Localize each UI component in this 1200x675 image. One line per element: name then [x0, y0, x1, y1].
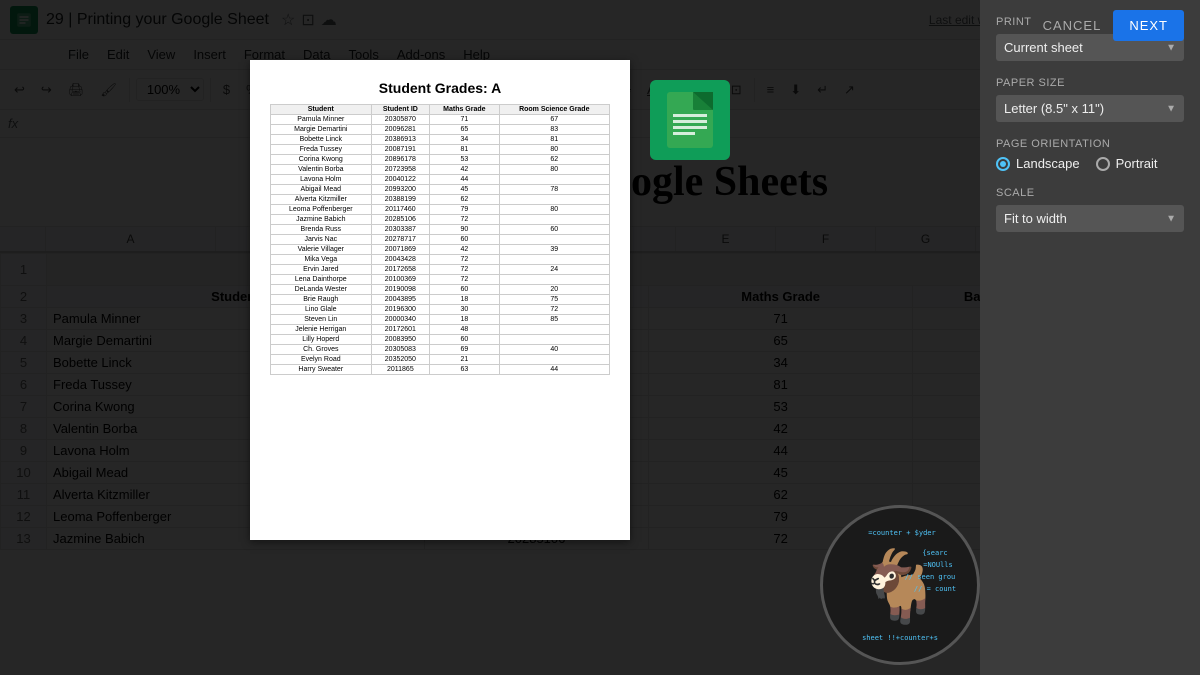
- print-settings-panel: Print Current sheet Workbook Selection P…: [980, 0, 1200, 675]
- paper-table: Student Student ID Maths Grade Room Scie…: [270, 104, 610, 375]
- print-next-button[interactable]: NEXT: [1113, 10, 1184, 41]
- portrait-option[interactable]: Portrait: [1096, 156, 1158, 171]
- print-cancel-button[interactable]: CANCEL: [1031, 10, 1114, 41]
- goat-watermark: 🐐 =counter + $yder {searc =NOUlls // see…: [820, 505, 980, 665]
- paper-table-row: Bobette Linck203869133481: [271, 135, 610, 145]
- paper-table-row: Harry Sweater20118656344: [271, 365, 610, 375]
- orientation-row: Landscape Portrait: [996, 156, 1184, 171]
- paper-table-row: Pamula Minner203058707167: [271, 115, 610, 125]
- paper-tbody: Pamula Minner203058707167Margie Demartin…: [271, 115, 610, 375]
- orientation-section: Page orientation Landscape Portrait: [996, 138, 1184, 171]
- paper-table-row: Lilly Hoperd2008395060: [271, 335, 610, 345]
- landscape-option[interactable]: Landscape: [996, 156, 1080, 171]
- paper-table-row: Ervin Jared201726587224: [271, 265, 610, 275]
- paper-table-row: Brie Raugh200438951875: [271, 295, 610, 305]
- paper-table-row: Valerie Villager200718694239: [271, 245, 610, 255]
- scale-section: Scale Fit to width Fit to page 100%: [996, 187, 1184, 232]
- paper-table-row: Corina Kwong208961785362: [271, 155, 610, 165]
- landscape-radio[interactable]: [996, 157, 1010, 171]
- paper-table-row: Abigail Mead209932004578: [271, 185, 610, 195]
- landscape-label: Landscape: [1016, 156, 1080, 171]
- paper-table-row: Margie Demartini200962816583: [271, 125, 610, 135]
- paper-table-row: Lino Glale201963003072: [271, 305, 610, 315]
- paper-size-select[interactable]: Letter (8.5" x 11") A4 Legal: [996, 95, 1184, 122]
- paper-table-row: Ch. Groves203050836940: [271, 345, 610, 355]
- print-top-bar: CANCEL NEXT: [0, 0, 1200, 50]
- sheets-logo-bg: [650, 80, 730, 160]
- scale-select-wrapper: Fit to width Fit to page 100%: [996, 205, 1184, 232]
- paper-table-row: Jarvis Nac2027871760: [271, 235, 610, 245]
- paper-size-label: Paper size: [996, 77, 1184, 89]
- paper-table-row: Brenda Russ203033879060: [271, 225, 610, 235]
- paper-table-row: DeLanda Wester201900986020: [271, 285, 610, 295]
- print-overlay: CANCEL NEXT Student Grades: A Student St…: [0, 0, 1200, 675]
- paper-table-row: Leoma Poffenberger201174607980: [271, 205, 610, 215]
- orientation-label: Page orientation: [996, 138, 1184, 150]
- paper-table-row: Valentin Borba207239584280: [271, 165, 610, 175]
- print-paper: Student Grades: A Student Student ID Mat…: [250, 60, 630, 540]
- scale-label: Scale: [996, 187, 1184, 199]
- paper-table-row: Lena Dainthorpe2010036972: [271, 275, 610, 285]
- paper-title: Student Grades: A: [270, 80, 610, 96]
- portrait-radio[interactable]: [1096, 157, 1110, 171]
- paper-header-row: Student Student ID Maths Grade Room Scie…: [271, 105, 610, 115]
- svg-text:=counter + $yder: =counter + $yder: [868, 529, 935, 537]
- paper-table-row: Alverta Kitzmiller2038819962: [271, 195, 610, 205]
- paper-table-row: Evelyn Road2035205021: [271, 355, 610, 365]
- svg-text:// = count: // = count: [914, 585, 956, 593]
- svg-text:{searc: {searc: [922, 549, 947, 557]
- paper-table-row: Steven Lin200003401885: [271, 315, 610, 325]
- paper-table-row: Lavona Holm2004012244: [271, 175, 610, 185]
- paper-size-section: Paper size Letter (8.5" x 11") A4 Legal: [996, 77, 1184, 122]
- paper-table-row: Jelenie Herrigan2017260148: [271, 325, 610, 335]
- svg-text:sheet !!+counter+s: sheet !!+counter+s: [862, 634, 938, 642]
- paper-table-row: Jazmine Babich2028510672: [271, 215, 610, 225]
- paper-table-row: Mika Vega2004342872: [271, 255, 610, 265]
- svg-text:=NOUlls: =NOUlls: [923, 561, 953, 569]
- scale-select[interactable]: Fit to width Fit to page 100%: [996, 205, 1184, 232]
- svg-text:// seen grou: // seen grou: [905, 573, 956, 581]
- portrait-label: Portrait: [1116, 156, 1158, 171]
- paper-table-row: Freda Tussey200871918180: [271, 145, 610, 155]
- paper-size-select-wrapper: Letter (8.5" x 11") A4 Legal: [996, 95, 1184, 122]
